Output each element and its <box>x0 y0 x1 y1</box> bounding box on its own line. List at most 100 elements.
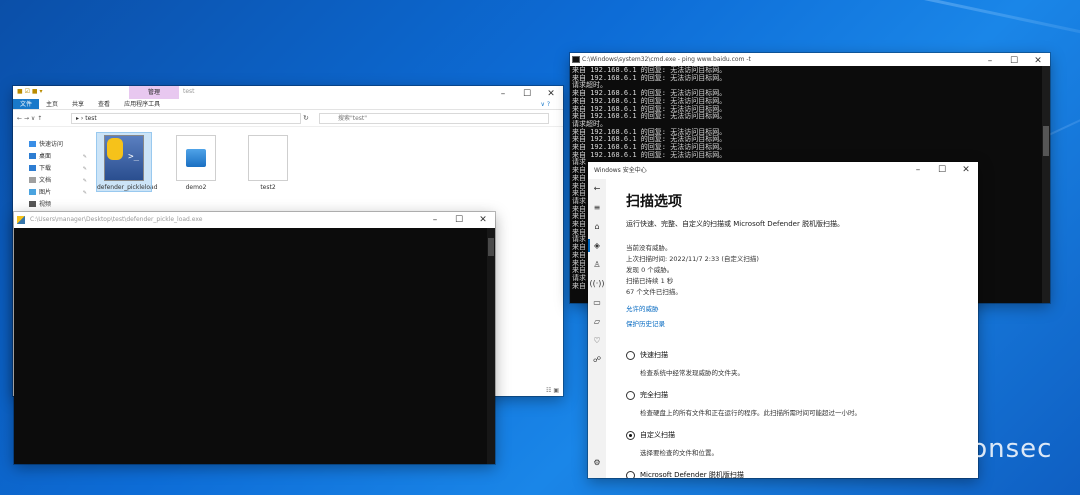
status-line: 当前没有威胁。 <box>626 244 672 252</box>
console-scrollbar[interactable] <box>487 228 495 464</box>
back-icon[interactable]: ← <box>17 115 22 122</box>
radio-button[interactable] <box>626 391 635 400</box>
scan-option-full[interactable]: 完全扫描 检查硬盘上的所有文件和正在运行的程序。此扫描所需时间可能超过一小时。 <box>626 390 968 418</box>
maximize-icon[interactable]: ☐ <box>515 86 539 99</box>
close-icon[interactable]: ✕ <box>539 86 563 99</box>
file-name: defender_pickleload <box>97 184 158 191</box>
ribbon-expand-icon[interactable]: ∨ ? <box>534 99 557 110</box>
nav-item-desktop[interactable]: 桌面 ✎ <box>13 151 93 163</box>
console-titlebar[interactable]: C:\Users\manager\Desktop\test\defender_p… <box>14 212 495 228</box>
python-console-window: C:\Users\manager\Desktop\test\defender_p… <box>14 212 495 464</box>
network-icon[interactable]: ((·)) <box>588 274 606 293</box>
minimize-icon[interactable]: – <box>423 212 447 228</box>
ribbon-tab-file[interactable]: 文件 <box>13 99 40 109</box>
ribbon-tab-share[interactable]: 共享 <box>65 99 91 109</box>
file-item[interactable]: test2 <box>241 133 295 191</box>
search-input[interactable]: 搜索"test" <box>319 113 549 124</box>
nav-label: 图片 <box>39 189 52 196</box>
menu-icon[interactable]: ≡ <box>588 198 606 217</box>
status-line: 67 个文件已扫描。 <box>626 288 682 296</box>
protection-history-link[interactable]: 保护历史记录 <box>626 319 968 330</box>
settings-icon[interactable]: ⚙ <box>588 453 606 472</box>
scan-option-quick[interactable]: 快速扫描 检查系统中经常发现威胁的文件夹。 <box>626 350 968 378</box>
nav-item-downloads[interactable]: 下载 ✎ <box>13 163 93 175</box>
radio-button-selected[interactable] <box>626 431 635 440</box>
page-subtitle: 运行快速、完整、自定义的扫描或 Microsoft Defender 脱机版扫描… <box>626 220 845 228</box>
maximize-icon[interactable]: ☐ <box>447 212 471 228</box>
option-label: 快速扫描 <box>640 351 668 359</box>
file-item[interactable]: demo2 <box>169 133 223 191</box>
address-bar[interactable]: ▸ › test <box>71 113 301 124</box>
up-icon[interactable]: ↑ <box>37 115 42 122</box>
app-browser-icon[interactable]: ▭ <box>588 293 606 312</box>
minimize-icon[interactable]: – <box>906 162 930 179</box>
scan-status: 当前没有威胁。 上次扫描时间: 2022/11/7 2:33 (自定义扫描) 发… <box>626 243 968 298</box>
cmd-line: 来自 192.168.6.1 的回复: 无法访问目标网。 <box>572 112 727 121</box>
nav-label: 文档 <box>39 177 52 184</box>
explorer-titlebar[interactable]: ■ ☑ ■ ▾ 管理 test – ☐ ✕ <box>13 86 563 99</box>
wechat-icon: ◎ <box>898 434 922 464</box>
image-file-icon <box>176 135 216 181</box>
status-line: 发现 0 个威胁。 <box>626 266 674 274</box>
maximize-icon[interactable]: ☐ <box>1002 53 1026 66</box>
nav-item-quick-access[interactable]: 快速访问 <box>13 139 93 151</box>
option-label: Microsoft Defender 脱机版扫描 <box>640 471 744 478</box>
ribbon-tab-home[interactable]: 主页 <box>39 99 65 109</box>
ribbon-tab-view[interactable]: 查看 <box>91 99 117 109</box>
family-icon[interactable]: ☍ <box>588 350 606 369</box>
device-security-icon[interactable]: ▱ <box>588 312 606 331</box>
home-icon[interactable]: ⌂ <box>588 217 606 236</box>
status-line: 上次扫描时间: 2022/11/7 2:33 (自定义扫描) <box>626 255 759 263</box>
cmd-line: 来自 192.168.6.1 的回复: 无法访问目标网。 <box>572 150 727 159</box>
python-icon <box>17 216 25 224</box>
status-line: 扫描已持续 1 秒 <box>626 277 674 285</box>
close-icon[interactable]: ✕ <box>954 162 978 179</box>
radio-button[interactable] <box>626 471 635 478</box>
option-desc: 检查系统中经常发现威胁的文件夹。 <box>640 369 744 377</box>
nav-item-videos[interactable]: 视频 <box>13 199 93 211</box>
picture-icon <box>29 189 36 195</box>
shield-icon[interactable]: ◈ <box>588 236 606 255</box>
back-icon[interactable]: ← <box>588 179 606 198</box>
nav-item-pictures[interactable]: 图片 ✎ <box>13 187 93 199</box>
pin-icon: ✎ <box>82 190 87 196</box>
radio-button[interactable] <box>626 351 635 360</box>
nav-label: 下载 <box>39 165 52 172</box>
cmd-line: 来自 192.168.6.1 的回复: 无法访问目标网。 <box>572 73 727 82</box>
maximize-icon[interactable]: ☐ <box>930 162 954 179</box>
document-icon <box>29 177 36 183</box>
refresh-icon[interactable]: ↻ <box>303 114 309 122</box>
device-health-icon[interactable]: ♡ <box>588 331 606 350</box>
security-titlebar[interactable]: Windows 安全中心 – ☐ ✕ <box>588 162 978 179</box>
pin-icon: ✎ <box>82 166 87 172</box>
forward-icon[interactable]: → <box>24 115 29 122</box>
pin-icon: ✎ <box>82 178 87 184</box>
nav-item-documents[interactable]: 文档 ✎ <box>13 175 93 187</box>
windows-security-window: Windows 安全中心 – ☐ ✕ ← ≡ ⌂ ◈ ♙ ((·)) ▭ ▱ ♡ ☍… <box>588 162 978 478</box>
ribbon-tab-app-tools[interactable]: 应用程序工具 <box>117 99 167 109</box>
pin-icon: ✎ <box>82 154 87 160</box>
cmd-icon <box>572 56 580 63</box>
blank-file-icon <box>248 135 288 181</box>
minimize-icon[interactable]: – <box>491 86 515 99</box>
file-item[interactable]: defender_pickleload <box>96 132 158 192</box>
close-icon[interactable]: ✕ <box>471 212 495 228</box>
console-title: C:\Users\manager\Desktop\test\defender_p… <box>30 216 203 223</box>
search-placeholder: 搜索"test" <box>338 115 368 122</box>
star-icon <box>29 141 36 147</box>
security-window-title: Windows 安全中心 <box>594 167 647 174</box>
allowed-threats-link[interactable]: 允许的威胁 <box>626 304 968 315</box>
recent-icon[interactable]: ∨ <box>31 115 35 122</box>
file-name: test2 <box>260 184 276 191</box>
file-name: demo2 <box>185 184 207 191</box>
scan-option-offline[interactable]: Microsoft Defender 脱机版扫描 <box>626 470 968 478</box>
cmd-scrollbar[interactable] <box>1042 66 1050 303</box>
view-mode-icons[interactable]: ☷ ▣ <box>546 387 559 394</box>
manage-tab[interactable]: 管理 <box>129 86 179 99</box>
minimize-icon[interactable]: – <box>978 53 1002 66</box>
account-icon[interactable]: ♙ <box>588 255 606 274</box>
close-icon[interactable]: ✕ <box>1026 53 1050 66</box>
cmd-title: C:\Windows\system32\cmd.exe - ping www.b… <box>582 56 751 63</box>
cmd-titlebar[interactable]: C:\Windows\system32\cmd.exe - ping www.b… <box>570 53 1050 66</box>
quick-access-toolbar[interactable]: ■ ☑ ■ ▾ <box>17 88 42 95</box>
